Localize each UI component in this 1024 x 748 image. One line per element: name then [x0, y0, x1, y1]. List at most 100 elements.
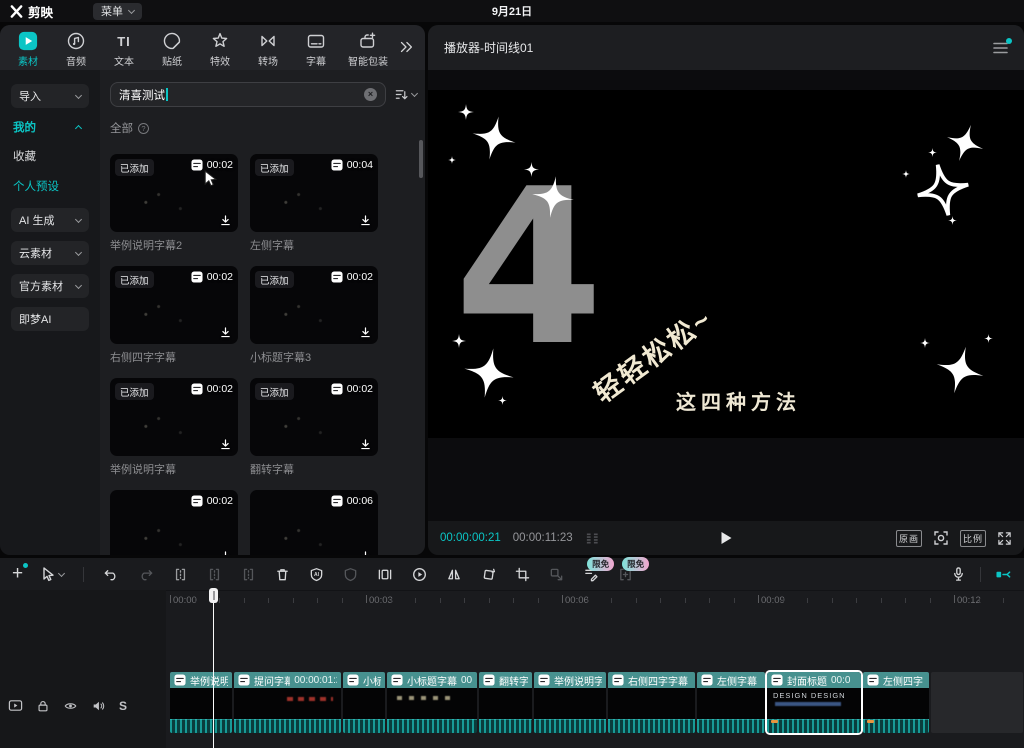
filter-all-tab[interactable]: 全部 — [110, 120, 133, 136]
material-card[interactable]: 已添加00:02右侧四字字幕 — [110, 266, 238, 365]
frame-list-icon[interactable] — [585, 532, 600, 545]
sort-button[interactable] — [394, 87, 417, 102]
add-media-button[interactable]: + — [12, 566, 23, 582]
solo-button[interactable]: S — [119, 699, 127, 713]
sidenav-item-导入[interactable]: 导入 — [11, 84, 89, 108]
sidenav-item-官方素材[interactable]: 官方素材 — [11, 274, 89, 298]
tab-material[interactable]: 素材 — [4, 30, 52, 68]
crop-button[interactable] — [515, 567, 530, 582]
trim-left-button[interactable] — [173, 567, 188, 582]
play-button[interactable] — [719, 530, 734, 546]
fullscreen-icon[interactable] — [997, 531, 1012, 546]
playhead-handle[interactable] — [209, 588, 218, 603]
ratio-button[interactable]: 比例 — [960, 530, 986, 547]
tab-text[interactable]: TI文本 — [100, 30, 148, 68]
tab-effects[interactable]: 特效 — [196, 30, 244, 68]
tab-transition[interactable]: 转场 — [244, 30, 292, 68]
clear-search-icon[interactable]: × — [364, 88, 377, 101]
material-card[interactable]: 已添加00:02举例说明字幕 — [110, 378, 238, 477]
download-icon[interactable] — [219, 550, 232, 555]
empty-track-segment — [931, 672, 1023, 733]
text-template-button[interactable]: 限免 — [618, 567, 633, 582]
tab-sticker[interactable]: 贴纸 — [148, 30, 196, 68]
tab-captions[interactable]: 字幕 — [292, 30, 340, 68]
speed-button[interactable] — [412, 567, 427, 582]
main-track-icon[interactable] — [8, 698, 23, 713]
menu-label: 菜单 — [101, 3, 123, 19]
ruler-label: 00:06 — [565, 595, 589, 606]
speaker-icon[interactable] — [91, 699, 106, 713]
download-icon[interactable] — [359, 550, 372, 555]
material-thumbnail[interactable]: 已添加00:02 — [250, 378, 378, 456]
material-thumbnail[interactable]: 已添加00:04 — [250, 154, 378, 232]
material-card[interactable]: 已添加00:02小标题字幕3 — [250, 266, 378, 365]
sidenav-item-即梦AI[interactable]: 即梦AI — [11, 307, 89, 331]
playhead[interactable] — [209, 588, 218, 748]
group-button[interactable] — [549, 567, 564, 582]
timeline-clip[interactable]: 小标题字幕00 — [387, 672, 477, 733]
delete-button[interactable] — [275, 567, 290, 582]
material-card[interactable]: 00:06 — [250, 490, 378, 555]
download-icon[interactable] — [219, 214, 232, 227]
timeline-clip[interactable]: 举例说明 — [170, 672, 232, 733]
material-card[interactable]: 已添加00:02翻转字幕 — [250, 378, 378, 477]
timeline-clip[interactable]: 举例说明字幕 — [534, 672, 606, 733]
undo-button[interactable] — [103, 567, 119, 582]
timeline-clip[interactable]: 右侧四字字幕 — [608, 672, 695, 733]
menu-button[interactable]: 菜单 — [93, 3, 142, 20]
mirror-button[interactable] — [446, 567, 462, 582]
select-tool-button[interactable] — [42, 567, 64, 582]
sidenav-item-云素材[interactable]: 云素材 — [11, 241, 89, 265]
sidenav-item-个人预设[interactable]: 个人预设 — [11, 178, 89, 194]
timeline-clip[interactable]: 左侧字幕 — [697, 672, 765, 733]
added-badge: 已添加 — [115, 271, 154, 288]
redo-button[interactable] — [138, 567, 154, 582]
tab-smartpack[interactable]: 智能包装 — [340, 30, 396, 68]
smart-mask-button[interactable]: AI — [309, 567, 324, 582]
lock-icon[interactable] — [36, 699, 50, 713]
material-thumbnail[interactable]: 已添加00:02 — [110, 266, 238, 344]
record-voice-button[interactable] — [951, 566, 966, 582]
original-quality-button[interactable]: 原画 — [896, 530, 922, 547]
player-menu-button[interactable] — [993, 42, 1008, 54]
time-ruler[interactable]: 00:0000:0300:0600:0900:12 — [0, 590, 1024, 614]
download-icon[interactable] — [359, 438, 372, 451]
material-thumbnail[interactable]: 已添加00:02 — [110, 378, 238, 456]
sparkle-star-icon — [902, 170, 910, 178]
eye-icon[interactable] — [63, 699, 78, 713]
download-icon[interactable] — [359, 326, 372, 339]
material-card[interactable]: 已添加00:04左侧字幕 — [250, 154, 378, 253]
download-icon[interactable] — [219, 326, 232, 339]
focus-icon[interactable] — [933, 530, 949, 546]
template-icon — [483, 674, 495, 686]
search-input[interactable]: 清喜测试 × — [110, 82, 386, 107]
smart-captions-button[interactable]: 限免 — [583, 567, 599, 582]
timeline-clip[interactable]: 小标题 — [343, 672, 385, 733]
freeze-frame-button[interactable] — [377, 567, 393, 582]
tab-audio[interactable]: 音频 — [52, 30, 100, 68]
scrollbar[interactable] — [419, 140, 423, 178]
sidenav-item-AI 生成[interactable]: AI 生成 — [11, 208, 89, 232]
ruler-tick — [391, 598, 392, 603]
split-button[interactable] — [207, 567, 222, 582]
sidenav-item-收藏[interactable]: 收藏 — [11, 148, 89, 164]
material-card[interactable]: 00:02 — [110, 490, 238, 555]
timeline-clip[interactable]: 提问字幕00:00:01:2 — [234, 672, 341, 733]
timeline-clip[interactable]: 翻转字幕 — [479, 672, 532, 733]
timeline-clip[interactable]: 左侧四字 — [863, 672, 929, 733]
download-icon[interactable] — [359, 214, 372, 227]
download-icon[interactable] — [219, 438, 232, 451]
material-thumbnail[interactable]: 已添加00:02 — [250, 266, 378, 344]
video-canvas[interactable]: 4 轻轻松松~ 这四种方法 — [428, 90, 1024, 438]
trim-right-button[interactable] — [241, 567, 256, 582]
rotate-button[interactable] — [481, 567, 496, 582]
auto-snap-button[interactable] — [995, 567, 1012, 582]
expand-panel-button[interactable] — [397, 38, 415, 56]
sidenav-item-我的[interactable]: 我的 — [11, 117, 89, 137]
material-card[interactable]: 已添加00:02举例说明字幕2 — [110, 154, 238, 253]
mask-button[interactable] — [343, 567, 358, 582]
timeline-clip[interactable]: 封面标题00:0DESIGN DESIGN — [767, 672, 861, 733]
material-thumbnail[interactable]: 已添加00:02 — [110, 154, 238, 232]
material-thumbnail[interactable]: 00:02 — [110, 490, 238, 555]
material-thumbnail[interactable]: 00:06 — [250, 490, 378, 555]
